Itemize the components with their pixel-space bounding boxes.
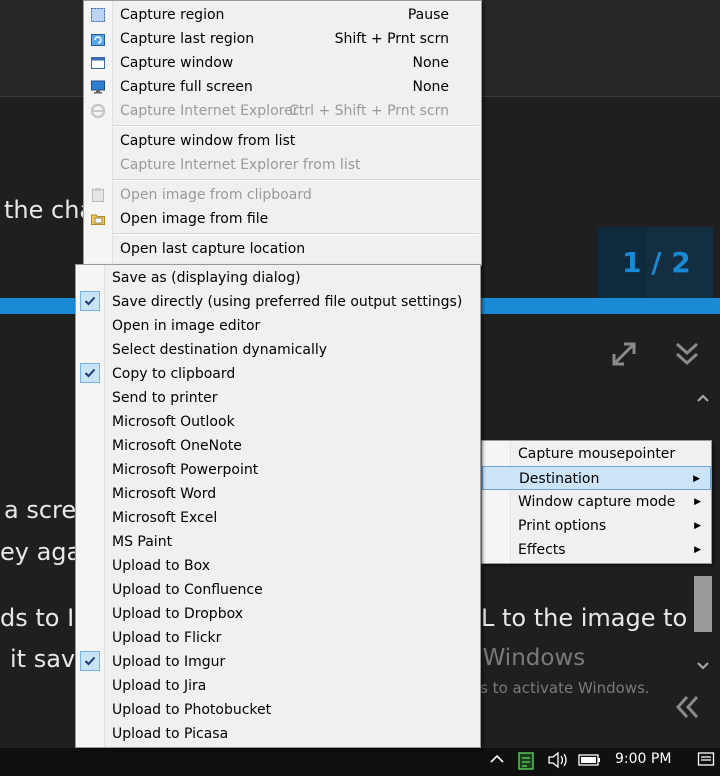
- folder-icon: [90, 211, 106, 227]
- menu-item-upload-to-box[interactable]: Upload to Box: [76, 554, 480, 578]
- menu-item-capture-last-region[interactable]: Capture last region Shift + Prnt scrn: [84, 27, 481, 51]
- background-text: a scre: [4, 496, 77, 524]
- last-region-icon: [90, 31, 106, 47]
- quick-settings-menu: Capture mousepointer Destination ▶ Windo…: [481, 440, 712, 564]
- speaker-icon[interactable]: [547, 751, 569, 773]
- double-chevron-left-icon[interactable]: [673, 693, 701, 728]
- menu-item-save-directly-using-preferred-file-output-settings[interactable]: Save directly (using preferred file outp…: [76, 290, 480, 314]
- region-icon: [90, 7, 106, 23]
- menu-item-microsoft-powerpoint[interactable]: Microsoft Powerpoint: [76, 458, 480, 482]
- submenu-arrow-icon: ▶: [693, 474, 700, 484]
- menu-item-upload-to-flickr[interactable]: Upload to Flickr: [76, 626, 480, 650]
- menu-item-ms-paint[interactable]: MS Paint: [76, 530, 480, 554]
- tray-overflow-icon[interactable]: [489, 751, 505, 771]
- slide-counter: 1 / 2: [622, 246, 691, 279]
- menu-item-upload-to-dropbox[interactable]: Upload to Dropbox: [76, 602, 480, 626]
- notifications-icon[interactable]: [697, 751, 715, 773]
- ie-icon: [90, 103, 106, 119]
- menu-item-capture-window[interactable]: Capture window None: [84, 51, 481, 75]
- checkmark-icon: [80, 291, 100, 311]
- menu-separator: [113, 233, 479, 235]
- scrollbar-thumb[interactable]: [694, 576, 712, 632]
- menu-item-microsoft-onenote[interactable]: Microsoft OneNote: [76, 434, 480, 458]
- menu-item-window-capture-mode[interactable]: Window capture mode ▶: [482, 490, 711, 514]
- menu-separator: [113, 179, 479, 181]
- menu-item-capture-full-screen[interactable]: Capture full screen None: [84, 75, 481, 99]
- menu-item-microsoft-outlook[interactable]: Microsoft Outlook: [76, 410, 480, 434]
- clock[interactable]: 9:00 PM: [615, 751, 671, 767]
- menu-item-send-to-printer[interactable]: Send to printer: [76, 386, 480, 410]
- menu-item-save-as-displaying-dialog[interactable]: Save as (displaying dialog): [76, 266, 480, 290]
- background-text: ey aga: [0, 538, 82, 566]
- capture-context-menu: Capture region Pause Capture last region…: [83, 0, 482, 266]
- menu-item-upload-to-jira[interactable]: Upload to Jira: [76, 674, 480, 698]
- window-icon: [90, 55, 106, 71]
- submenu-arrow-icon: ▶: [694, 545, 701, 555]
- submenu-arrow-icon: ▶: [694, 497, 701, 507]
- menu-item-open-image-from-clipboard[interactable]: Open image from clipboard: [84, 183, 481, 207]
- menu-item-destination[interactable]: Destination ▶: [482, 466, 711, 490]
- menu-item-effects[interactable]: Effects ▶: [482, 538, 711, 562]
- scroll-down-icon[interactable]: [696, 648, 710, 678]
- menu-item-upload-to-confluence[interactable]: Upload to Confluence: [76, 578, 480, 602]
- destination-submenu: Save as (displaying dialog) Save directly…: [75, 264, 481, 748]
- menu-item-capture-window-from-list[interactable]: Capture window from list: [84, 129, 481, 153]
- menu-item-open-in-image-editor[interactable]: Open in image editor: [76, 314, 480, 338]
- greenshot-tray-icon[interactable]: [517, 751, 535, 775]
- menu-item-upload-to-photobucket[interactable]: Upload to Photobucket: [76, 698, 480, 722]
- menu-item-capture-ie-from-list[interactable]: Capture Internet Explorer from list: [84, 153, 481, 177]
- menu-item-print-options[interactable]: Print options ▶: [482, 514, 711, 538]
- monitor-icon: [90, 79, 106, 95]
- background-text: the cha: [4, 196, 95, 224]
- menu-item-capture-internet-explorer[interactable]: Capture Internet Explorer Ctrl + Shift +…: [84, 99, 481, 123]
- background-text: it sav: [10, 645, 76, 673]
- menu-item-upload-to-picasa[interactable]: Upload to Picasa: [76, 722, 480, 746]
- clipboard-icon: [90, 187, 106, 203]
- expand-icon[interactable]: [610, 340, 638, 375]
- menu-item-upload-to-imgur[interactable]: Upload to Imgur: [76, 650, 480, 674]
- checkmark-icon: [80, 651, 100, 671]
- menu-item-copy-to-clipboard[interactable]: Copy to clipboard: [76, 362, 480, 386]
- menu-item-open-last-capture-location[interactable]: Open last capture location: [84, 237, 481, 261]
- menu-item-capture-mousepointer[interactable]: Capture mousepointer: [482, 442, 711, 466]
- submenu-arrow-icon: ▶: [694, 521, 701, 531]
- menu-item-select-destination-dynamically[interactable]: Select destination dynamically: [76, 338, 480, 362]
- checkmark-icon: [80, 363, 100, 383]
- menu-item-open-image-from-file[interactable]: Open image from file: [84, 207, 481, 231]
- background-text: L to the image to: [481, 604, 688, 632]
- battery-icon[interactable]: [578, 751, 602, 773]
- taskbar: [0, 748, 720, 776]
- double-chevron-down-icon[interactable]: [673, 340, 701, 375]
- menu-separator: [113, 125, 479, 127]
- menu-item-capture-region[interactable]: Capture region Pause: [84, 3, 481, 27]
- menu-item-microsoft-word[interactable]: Microsoft Word: [76, 482, 480, 506]
- menu-item-microsoft-excel[interactable]: Microsoft Excel: [76, 506, 480, 530]
- scroll-up-icon[interactable]: [696, 392, 710, 406]
